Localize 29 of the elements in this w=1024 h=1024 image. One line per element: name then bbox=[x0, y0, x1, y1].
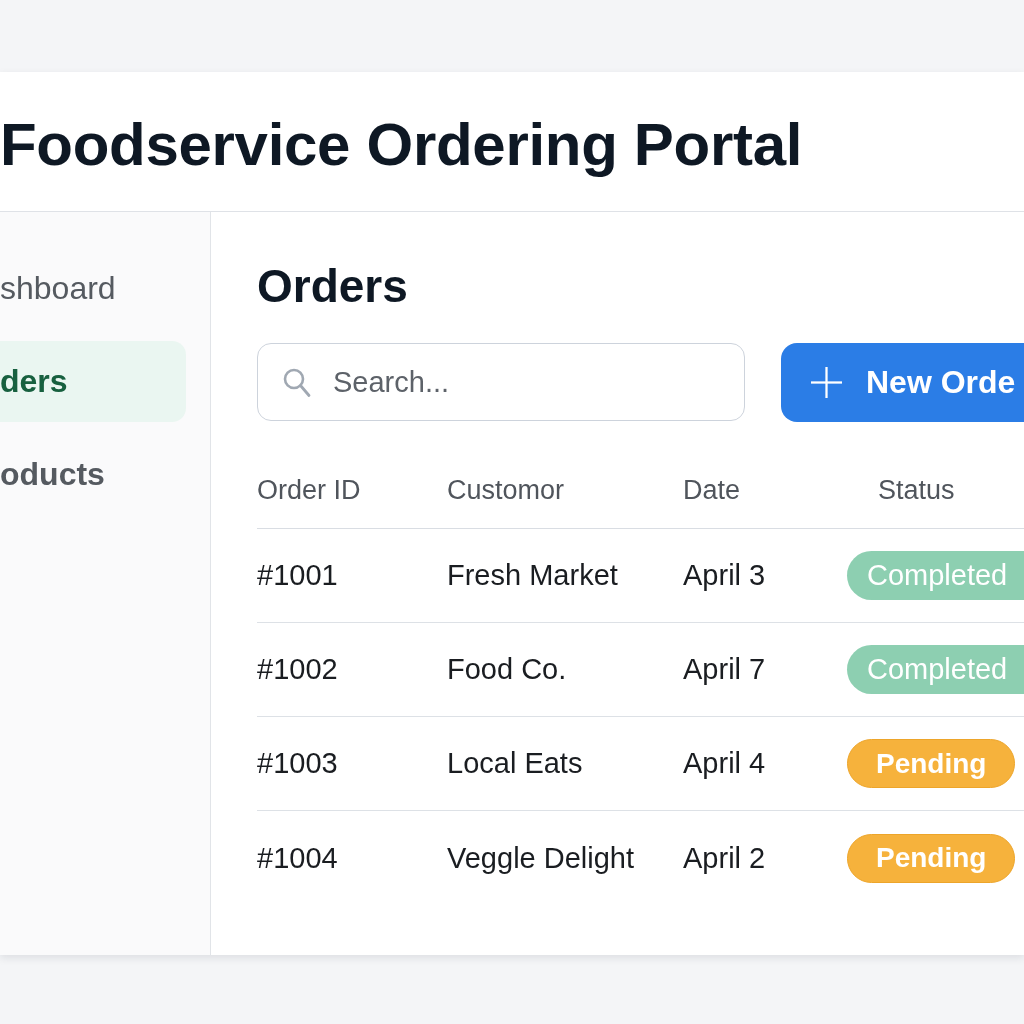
app-title: Foodservice Ordering Portal bbox=[0, 109, 803, 180]
customer-cell-text: Veggle Delight bbox=[447, 841, 636, 875]
search-icon bbox=[283, 368, 311, 398]
sidebar-item[interactable]: shboard bbox=[0, 248, 186, 329]
customer-cell-text: Local Eats bbox=[447, 747, 584, 780]
new-order-button[interactable]: New Orde bbox=[781, 343, 1024, 422]
status-badge: Pending bbox=[847, 739, 1016, 788]
sidebar-item[interactable]: ders bbox=[0, 341, 186, 422]
status-badge: Completed bbox=[847, 551, 1024, 600]
date-cell-text: April 2 bbox=[683, 841, 767, 875]
page-heading: Orders bbox=[257, 260, 409, 312]
plus-icon bbox=[811, 367, 842, 398]
order-id-cell-text: #1004 bbox=[257, 841, 339, 875]
column-header: Date bbox=[683, 476, 742, 504]
date-cell-text: April 4 bbox=[683, 747, 767, 780]
column-header: Status bbox=[877, 476, 956, 504]
column-header: Order ID bbox=[257, 476, 362, 504]
customer-cell-text: Food Co. bbox=[447, 653, 568, 686]
search-field[interactable]: Search... bbox=[257, 343, 745, 421]
date-cell-text: April 7 bbox=[683, 653, 767, 686]
order-id-cell-text: #1001 bbox=[257, 559, 339, 592]
date-cell-text: April 3 bbox=[683, 559, 767, 592]
status-badge: Pending bbox=[847, 833, 1016, 883]
customer-cell-text: Fresh Market bbox=[447, 559, 619, 592]
column-header: Customor bbox=[447, 476, 566, 504]
status-badge: Completed bbox=[847, 645, 1024, 694]
order-id-cell-text: #1002 bbox=[257, 653, 339, 686]
sidebar-item[interactable]: oducts bbox=[0, 434, 186, 515]
order-id-cell-text: #1003 bbox=[257, 747, 339, 780]
